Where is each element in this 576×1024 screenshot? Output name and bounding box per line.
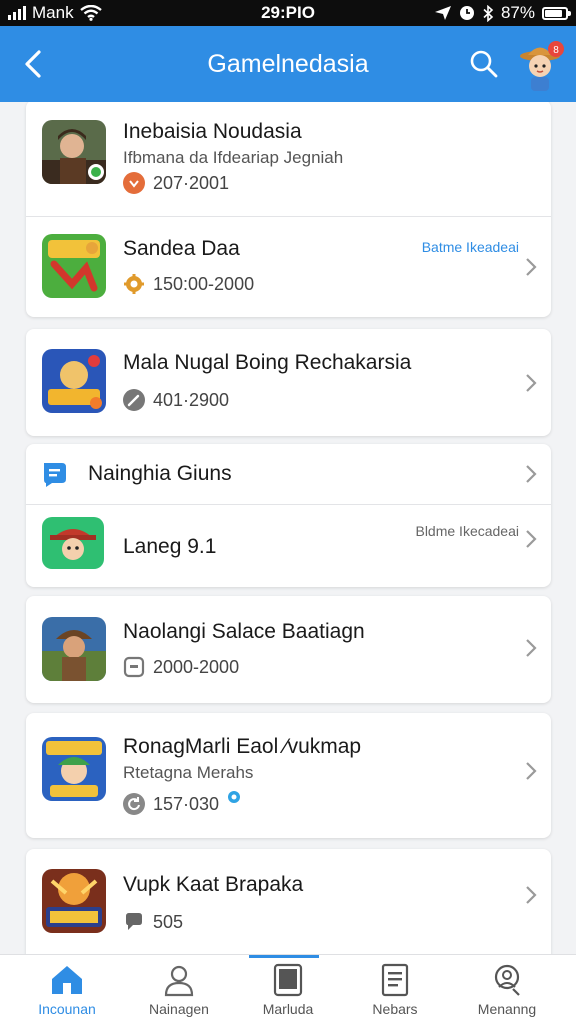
game-title: Inebaisia Noudasia xyxy=(123,120,302,143)
badge-icon xyxy=(123,172,145,194)
document-icon xyxy=(381,963,409,997)
game-meta-value: 157·030 xyxy=(153,793,220,814)
game-title: Sandea Daa xyxy=(123,237,240,260)
chevron-right-icon xyxy=(526,258,537,276)
list-item[interactable]: Inebaisia Noudasia Ifbmana da Ifdeariap … xyxy=(26,102,551,216)
game-meta: 2000-2000 xyxy=(123,656,239,678)
game-title: Vupk Kaat Brapaka xyxy=(123,873,304,896)
chevron-right-icon xyxy=(526,374,537,392)
location-icon xyxy=(434,6,451,20)
home-icon xyxy=(52,966,82,994)
list-card: Mala Nugal Boing Rechakarsia 401·2900 xyxy=(26,329,551,436)
list-card: RonagMarli Eaol ⁄vukmap Rtetagna Merahs … xyxy=(26,713,551,838)
square-icon xyxy=(123,656,145,678)
nav-item-tablet[interactable]: Marluda xyxy=(233,963,343,1023)
list-item[interactable]: Mala Nugal Boing Rechakarsia 401·2900 xyxy=(26,329,551,436)
nav-item-home[interactable]: Incounan xyxy=(12,963,122,1023)
game-meta-value: 505 xyxy=(153,911,184,932)
game-subtitle: Ifbmana da Ifdeariap Jegniah xyxy=(123,148,344,167)
game-tag: Bldme Ikecadeai xyxy=(415,523,519,539)
chevron-right-icon xyxy=(526,762,537,780)
game-meta: 207·2001 xyxy=(123,172,229,194)
wrench-icon xyxy=(123,389,145,411)
chat-icon xyxy=(44,463,66,487)
game-icon xyxy=(42,869,106,933)
list-item[interactable]: Sandea Daa Batme Ikeadeai 150:00-2000 xyxy=(26,217,551,317)
game-title: Mala Nugal Boing Rechakarsia xyxy=(123,351,412,374)
game-icon xyxy=(42,349,106,413)
list-item[interactable]: RonagMarli Eaol ⁄vukmap Rtetagna Merahs … xyxy=(26,713,551,838)
game-title: Naolangi Salace Baatiagn xyxy=(123,620,365,643)
list-card: Nainghia Giuns Laneg 9.1 Bldme Ikecadeai xyxy=(26,444,551,587)
game-title: Laneg 9.1 xyxy=(123,535,217,558)
game-meta: 150:00-2000 xyxy=(123,273,254,295)
nav-label: Marluda xyxy=(262,1001,314,1017)
bluetooth-icon xyxy=(483,4,494,22)
list-item[interactable]: Laneg 9.1 Bldme Ikecadeai xyxy=(26,505,551,587)
bottom-nav: Incounan Nainagen Marluda Nebars Menanng xyxy=(0,954,576,1024)
battery-icon xyxy=(542,6,571,20)
nav-item-user[interactable]: Nainagen xyxy=(124,963,234,1023)
nav-label: Nebars xyxy=(372,1001,418,1017)
game-icon xyxy=(42,234,106,298)
game-icon xyxy=(42,737,106,801)
game-icon xyxy=(42,517,104,569)
nav-item-document[interactable]: Nebars xyxy=(340,963,450,1023)
refresh-icon xyxy=(123,793,145,815)
alarm-icon xyxy=(459,6,474,20)
search-icon[interactable] xyxy=(468,48,500,80)
battery-percent: 87% xyxy=(500,3,535,22)
game-meta: 401·2900 xyxy=(123,389,229,411)
game-icon xyxy=(42,617,106,681)
avatar-icon[interactable]: 8 xyxy=(516,38,566,92)
list-card: Inebaisia Noudasia Ifbmana da Ifdeariap … xyxy=(26,102,551,317)
game-title: RonagMarli Eaol ⁄vukmap xyxy=(123,735,362,758)
game-subtitle: Rtetagna Merahs xyxy=(123,763,254,782)
game-meta-value: 401·2900 xyxy=(153,389,230,410)
verified-icon xyxy=(228,791,241,803)
nav-item-profile[interactable]: Menanng xyxy=(452,963,562,1023)
chevron-right-icon xyxy=(526,530,537,548)
profile-icon xyxy=(494,964,520,996)
list-item[interactable]: Vupk Kaat Brapaka 505 xyxy=(26,849,551,954)
tablet-icon xyxy=(273,963,303,997)
list-card: Naolangi Salace Baatiagn 2000-2000 xyxy=(26,596,551,703)
chevron-right-icon xyxy=(526,639,537,657)
game-icon xyxy=(42,120,106,184)
comment-icon xyxy=(126,913,142,930)
status-bar: Mank 29:PIO 87% xyxy=(0,0,576,26)
game-list: Inebaisia Noudasia Ifbmana da Ifdeariap … xyxy=(0,102,576,954)
list-item[interactable]: Nainghia Giuns xyxy=(26,444,551,504)
game-meta-value: 2000-2000 xyxy=(153,656,240,677)
nav-label: Nainagen xyxy=(149,1001,209,1017)
chevron-right-icon xyxy=(526,465,537,483)
gear-icon xyxy=(123,273,145,295)
game-meta-value: 207·2001 xyxy=(153,172,230,193)
section-title: Nainghia Giuns xyxy=(88,462,232,485)
svg-text:8: 8 xyxy=(553,45,559,56)
user-icon xyxy=(164,965,194,997)
list-item[interactable]: Naolangi Salace Baatiagn 2000-2000 xyxy=(26,596,551,703)
game-meta-value: 150:00-2000 xyxy=(153,273,255,294)
game-meta: 505 xyxy=(123,911,183,933)
status-right: 87% xyxy=(434,3,571,23)
list-card: Vupk Kaat Brapaka 505 xyxy=(26,849,551,954)
game-tag: Batme Ikeadeai xyxy=(421,239,519,255)
game-meta: 157·030 xyxy=(123,791,241,815)
nav-indicator xyxy=(249,955,319,958)
nav-label: Menanng xyxy=(477,1001,537,1017)
chevron-right-icon xyxy=(526,886,537,904)
app-header: Gamelnedasia 8 xyxy=(0,26,576,102)
nav-label: Incounan xyxy=(38,1001,96,1017)
